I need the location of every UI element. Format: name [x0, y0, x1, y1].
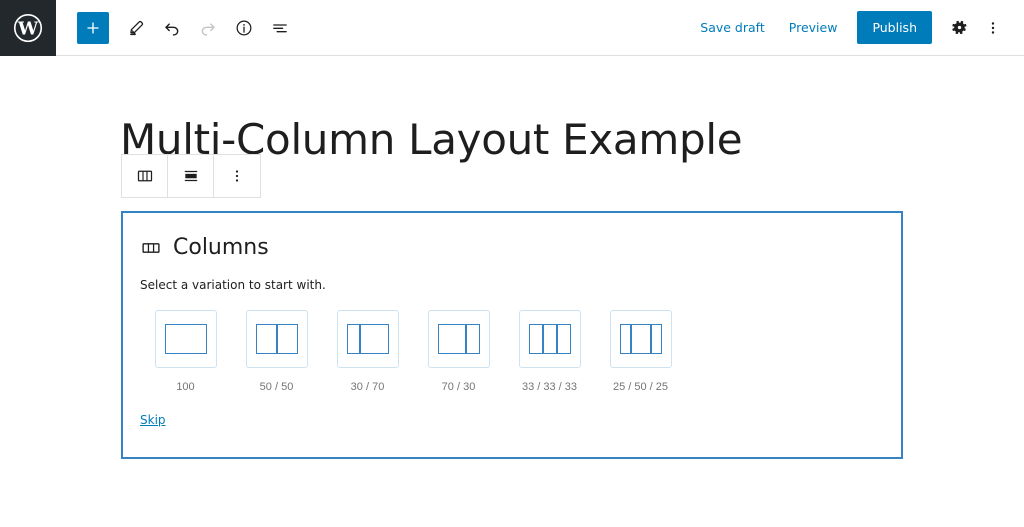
variation-50-50-icon: [245, 310, 308, 368]
header-left-tools: [77, 10, 298, 46]
variation-50-50[interactable]: 50 / 50: [231, 310, 322, 393]
list-view-button[interactable]: [262, 10, 298, 46]
publish-button[interactable]: Publish: [857, 11, 932, 44]
variation-list: 100 50 / 50 30 / 70 70 / 30 33 / 33 / 33…: [123, 292, 901, 393]
skip-link[interactable]: Skip: [140, 413, 166, 427]
save-draft-button[interactable]: Save draft: [688, 12, 776, 43]
svg-text:W: W: [17, 18, 39, 39]
variation-25-50-25[interactable]: 25 / 50 / 25: [595, 310, 686, 393]
columns-block-title: Columns: [173, 235, 269, 260]
variation-label: 100: [176, 381, 195, 393]
variation-70-30-icon: [427, 310, 490, 368]
block-inserter-toggle[interactable]: [77, 11, 109, 44]
undo-button[interactable]: [154, 10, 190, 46]
variation-label: 50 / 50: [259, 381, 294, 393]
editor-root: W Save draft Preview Publish Multi-Colum…: [0, 0, 1024, 527]
columns-icon: [140, 237, 162, 259]
columns-block-description: Select a variation to start with.: [140, 278, 326, 292]
block-toolbar: [121, 154, 261, 198]
settings-button[interactable]: [942, 11, 976, 45]
editor-canvas: Multi-Column Layout Example Columns Sele…: [0, 56, 1024, 527]
editor-header: W Save draft Preview Publish: [0, 0, 1024, 56]
variation-label: 30 / 70: [350, 381, 385, 393]
preview-button[interactable]: Preview: [777, 12, 850, 43]
variation-30-70[interactable]: 30 / 70: [322, 310, 413, 393]
variation-33-33-33-icon: [518, 310, 581, 368]
header-right-actions: Save draft Preview Publish: [688, 11, 1024, 45]
block-type-columns-button[interactable]: [122, 155, 168, 197]
variation-25-50-25-icon: [609, 310, 672, 368]
variation-100[interactable]: 100: [140, 310, 231, 393]
variation-label: 25 / 50 / 25: [612, 381, 669, 393]
variation-label: 33 / 33 / 33: [521, 381, 578, 393]
variation-70-30[interactable]: 70 / 30: [413, 310, 504, 393]
columns-block-header: Columns: [123, 213, 901, 260]
columns-block-placeholder[interactable]: Columns Select a variation to start with…: [121, 211, 903, 459]
variation-100-icon: [154, 310, 217, 368]
edit-tool-button[interactable]: [118, 10, 154, 46]
details-button[interactable]: [226, 10, 262, 46]
variation-33-33-33[interactable]: 33 / 33 / 33: [504, 310, 595, 393]
variation-label: 70 / 30: [441, 381, 476, 393]
wordpress-logo-icon[interactable]: W: [0, 0, 56, 56]
vertical-align-button[interactable]: [168, 155, 214, 197]
more-options-button[interactable]: [976, 11, 1010, 45]
variation-30-70-icon: [336, 310, 399, 368]
block-options-button[interactable]: [214, 155, 260, 197]
redo-button[interactable]: [190, 10, 226, 46]
